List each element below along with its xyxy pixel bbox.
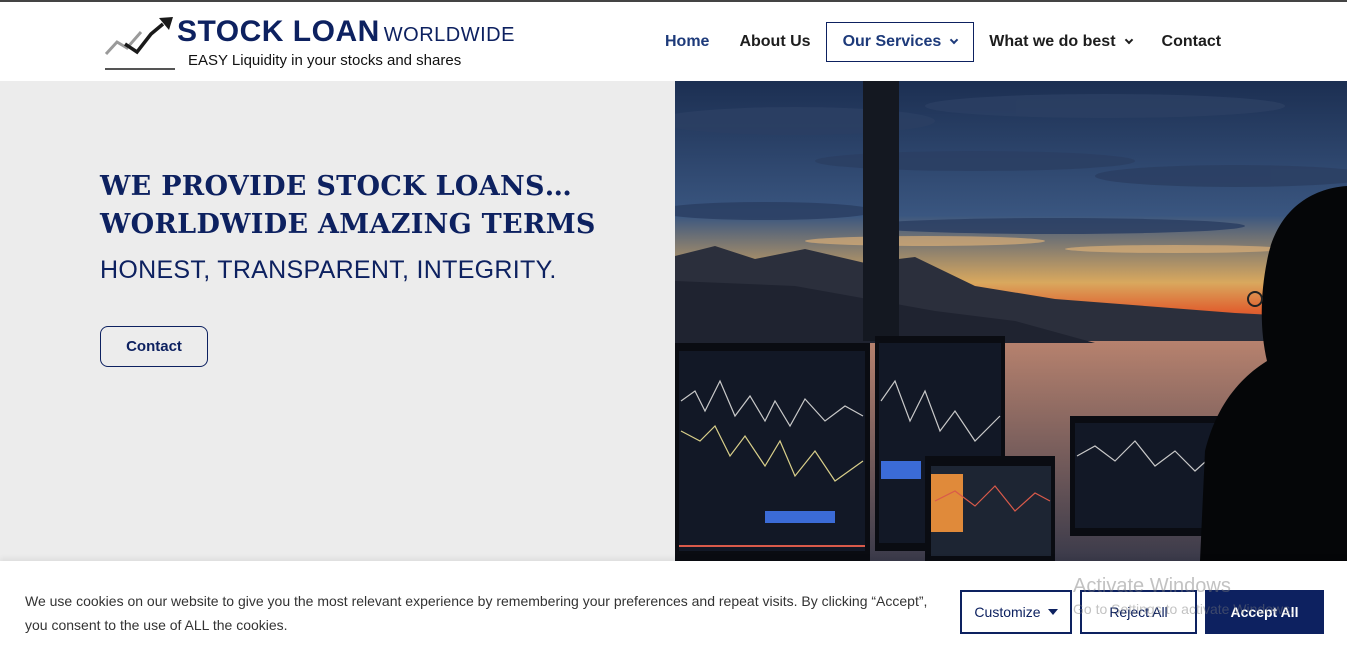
nav-about-us[interactable]: About Us <box>724 22 825 62</box>
brand-name: STOCK LOAN WORLDWIDE <box>177 15 515 49</box>
logo[interactable]: STOCK LOAN WORLDWIDE EASY Liquidity in yo… <box>103 12 514 72</box>
hero-subheadline: HONEST, TRANSPARENT, INTEGRITY. <box>100 256 557 284</box>
nav-what-we-do-best[interactable]: What we do best <box>974 22 1146 62</box>
hero-text-panel <box>0 81 675 561</box>
cookie-reject-all-button[interactable]: Reject All <box>1080 590 1197 634</box>
cookie-customize-button[interactable]: Customize <box>960 590 1072 634</box>
nav-contact[interactable]: Contact <box>1147 22 1237 62</box>
brand-main-text: STOCK LOAN <box>177 15 380 48</box>
nav-home-label: Home <box>665 33 710 50</box>
hero-headline-line1: WE PROVIDE STOCK LOANS… <box>100 171 573 202</box>
nav-contact-label: Contact <box>1161 33 1222 50</box>
nav-our-services[interactable]: Our Services <box>825 22 975 62</box>
cookie-customize-label: Customize <box>974 604 1041 620</box>
chevron-down-icon <box>1124 35 1133 45</box>
nav-our-services-label: Our Services <box>842 33 942 50</box>
hero-contact-button[interactable]: Contact <box>100 326 208 367</box>
nav-about-us-label: About Us <box>739 33 811 50</box>
caret-down-icon <box>1047 609 1058 615</box>
hero-image <box>675 81 1347 561</box>
cookie-message: We use cookies on our website to give yo… <box>25 593 928 633</box>
main-nav: Home About Us Our Services What we do be… <box>650 22 1236 62</box>
cookie-banner: We use cookies on our website to give yo… <box>0 561 1347 651</box>
nav-what-we-do-best-label: What we do best <box>989 33 1116 50</box>
rising-chart-icon <box>104 17 175 70</box>
chevron-down-icon <box>950 35 959 45</box>
nav-home[interactable]: Home <box>650 22 724 62</box>
site-header: STOCK LOAN WORLDWIDE EASY Liquidity in yo… <box>0 2 1347 81</box>
cookie-accept-all-button[interactable]: Accept All <box>1205 590 1324 634</box>
brand-tagline: EASY Liquidity in your stocks and shares <box>188 52 462 69</box>
brand-sub-text: WORLDWIDE <box>383 24 515 46</box>
trading-desk-sunset-photo <box>675 81 1347 561</box>
page: STOCK LOAN WORLDWIDE EASY Liquidity in yo… <box>0 0 1347 651</box>
hero-headline: WE PROVIDE STOCK LOANS… WORLDWIDE AMAZIN… <box>100 168 596 244</box>
hero-headline-line2: WORLDWIDE AMAZING TERMS <box>100 209 596 240</box>
